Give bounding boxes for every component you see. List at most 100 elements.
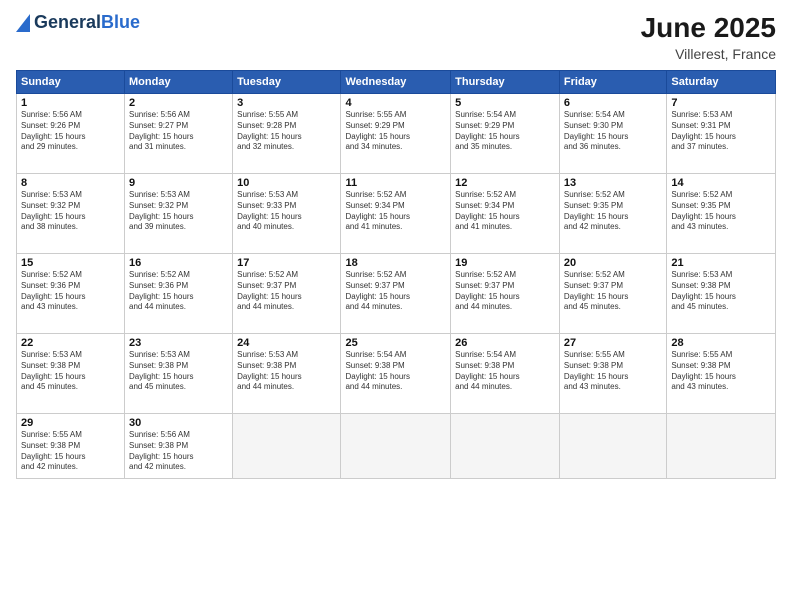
table-row: 17Sunrise: 5:52 AM Sunset: 9:37 PM Dayli… (233, 254, 341, 334)
day-info: Sunrise: 5:53 AM Sunset: 9:32 PM Dayligh… (129, 190, 228, 233)
logo-icon (16, 14, 30, 32)
calendar-page: GeneralBlue June 2025 Villerest, France … (0, 0, 792, 612)
col-sunday: Sunday (17, 71, 125, 94)
day-number: 14 (671, 177, 771, 189)
title-block: June 2025 Villerest, France (641, 12, 776, 62)
table-row (559, 414, 666, 479)
day-info: Sunrise: 5:52 AM Sunset: 9:37 PM Dayligh… (237, 270, 336, 313)
day-info: Sunrise: 5:55 AM Sunset: 9:38 PM Dayligh… (671, 350, 771, 393)
table-row: 18Sunrise: 5:52 AM Sunset: 9:37 PM Dayli… (341, 254, 451, 334)
header: GeneralBlue June 2025 Villerest, France (16, 12, 776, 62)
calendar-table: Sunday Monday Tuesday Wednesday Thursday… (16, 70, 776, 479)
day-info: Sunrise: 5:56 AM Sunset: 9:38 PM Dayligh… (129, 430, 228, 473)
day-info: Sunrise: 5:52 AM Sunset: 9:35 PM Dayligh… (671, 190, 771, 233)
day-info: Sunrise: 5:53 AM Sunset: 9:38 PM Dayligh… (129, 350, 228, 393)
day-info: Sunrise: 5:53 AM Sunset: 9:33 PM Dayligh… (237, 190, 336, 233)
calendar-week-row: 22Sunrise: 5:53 AM Sunset: 9:38 PM Dayli… (17, 334, 776, 414)
calendar-week-row: 15Sunrise: 5:52 AM Sunset: 9:36 PM Dayli… (17, 254, 776, 334)
table-row (451, 414, 560, 479)
day-number: 21 (671, 257, 771, 269)
day-info: Sunrise: 5:52 AM Sunset: 9:36 PM Dayligh… (129, 270, 228, 313)
day-info: Sunrise: 5:53 AM Sunset: 9:32 PM Dayligh… (21, 190, 120, 233)
day-number: 22 (21, 337, 120, 349)
table-row: 15Sunrise: 5:52 AM Sunset: 9:36 PM Dayli… (17, 254, 125, 334)
calendar-week-row: 29Sunrise: 5:55 AM Sunset: 9:38 PM Dayli… (17, 414, 776, 479)
day-number: 13 (564, 177, 662, 189)
day-info: Sunrise: 5:53 AM Sunset: 9:38 PM Dayligh… (237, 350, 336, 393)
day-info: Sunrise: 5:52 AM Sunset: 9:34 PM Dayligh… (345, 190, 446, 233)
table-row: 28Sunrise: 5:55 AM Sunset: 9:38 PM Dayli… (667, 334, 776, 414)
table-row: 6Sunrise: 5:54 AM Sunset: 9:30 PM Daylig… (559, 94, 666, 174)
table-row: 22Sunrise: 5:53 AM Sunset: 9:38 PM Dayli… (17, 334, 125, 414)
calendar-week-row: 1Sunrise: 5:56 AM Sunset: 9:26 PM Daylig… (17, 94, 776, 174)
day-info: Sunrise: 5:54 AM Sunset: 9:38 PM Dayligh… (455, 350, 555, 393)
day-number: 12 (455, 177, 555, 189)
day-number: 9 (129, 177, 228, 189)
table-row: 10Sunrise: 5:53 AM Sunset: 9:33 PM Dayli… (233, 174, 341, 254)
day-info: Sunrise: 5:52 AM Sunset: 9:37 PM Dayligh… (455, 270, 555, 313)
main-title: June 2025 (641, 12, 776, 44)
table-row: 5Sunrise: 5:54 AM Sunset: 9:29 PM Daylig… (451, 94, 560, 174)
table-row: 9Sunrise: 5:53 AM Sunset: 9:32 PM Daylig… (125, 174, 233, 254)
day-info: Sunrise: 5:52 AM Sunset: 9:36 PM Dayligh… (21, 270, 120, 313)
col-wednesday: Wednesday (341, 71, 451, 94)
table-row: 13Sunrise: 5:52 AM Sunset: 9:35 PM Dayli… (559, 174, 666, 254)
day-number: 2 (129, 97, 228, 109)
day-number: 20 (564, 257, 662, 269)
table-row: 30Sunrise: 5:56 AM Sunset: 9:38 PM Dayli… (125, 414, 233, 479)
day-number: 30 (129, 417, 228, 429)
col-monday: Monday (125, 71, 233, 94)
day-number: 8 (21, 177, 120, 189)
calendar-header-row: Sunday Monday Tuesday Wednesday Thursday… (17, 71, 776, 94)
table-row: 12Sunrise: 5:52 AM Sunset: 9:34 PM Dayli… (451, 174, 560, 254)
table-row: 20Sunrise: 5:52 AM Sunset: 9:37 PM Dayli… (559, 254, 666, 334)
day-info: Sunrise: 5:54 AM Sunset: 9:29 PM Dayligh… (455, 110, 555, 153)
day-info: Sunrise: 5:53 AM Sunset: 9:38 PM Dayligh… (671, 270, 771, 313)
day-number: 27 (564, 337, 662, 349)
table-row: 27Sunrise: 5:55 AM Sunset: 9:38 PM Dayli… (559, 334, 666, 414)
day-number: 11 (345, 177, 446, 189)
day-info: Sunrise: 5:54 AM Sunset: 9:38 PM Dayligh… (345, 350, 446, 393)
day-number: 4 (345, 97, 446, 109)
day-info: Sunrise: 5:55 AM Sunset: 9:38 PM Dayligh… (564, 350, 662, 393)
table-row: 3Sunrise: 5:55 AM Sunset: 9:28 PM Daylig… (233, 94, 341, 174)
table-row: 1Sunrise: 5:56 AM Sunset: 9:26 PM Daylig… (17, 94, 125, 174)
col-saturday: Saturday (667, 71, 776, 94)
col-friday: Friday (559, 71, 666, 94)
day-info: Sunrise: 5:56 AM Sunset: 9:26 PM Dayligh… (21, 110, 120, 153)
day-info: Sunrise: 5:52 AM Sunset: 9:35 PM Dayligh… (564, 190, 662, 233)
day-number: 29 (21, 417, 120, 429)
table-row: 8Sunrise: 5:53 AM Sunset: 9:32 PM Daylig… (17, 174, 125, 254)
day-number: 5 (455, 97, 555, 109)
table-row (233, 414, 341, 479)
table-row: 21Sunrise: 5:53 AM Sunset: 9:38 PM Dayli… (667, 254, 776, 334)
table-row: 16Sunrise: 5:52 AM Sunset: 9:36 PM Dayli… (125, 254, 233, 334)
day-number: 17 (237, 257, 336, 269)
day-number: 6 (564, 97, 662, 109)
calendar-week-row: 8Sunrise: 5:53 AM Sunset: 9:32 PM Daylig… (17, 174, 776, 254)
table-row (341, 414, 451, 479)
table-row: 7Sunrise: 5:53 AM Sunset: 9:31 PM Daylig… (667, 94, 776, 174)
logo-text: GeneralBlue (34, 12, 140, 33)
day-number: 1 (21, 97, 120, 109)
table-row: 23Sunrise: 5:53 AM Sunset: 9:38 PM Dayli… (125, 334, 233, 414)
day-number: 26 (455, 337, 555, 349)
table-row: 24Sunrise: 5:53 AM Sunset: 9:38 PM Dayli… (233, 334, 341, 414)
subtitle: Villerest, France (641, 46, 776, 62)
col-thursday: Thursday (451, 71, 560, 94)
table-row: 25Sunrise: 5:54 AM Sunset: 9:38 PM Dayli… (341, 334, 451, 414)
day-info: Sunrise: 5:53 AM Sunset: 9:38 PM Dayligh… (21, 350, 120, 393)
logo: GeneralBlue (16, 12, 140, 33)
table-row: 4Sunrise: 5:55 AM Sunset: 9:29 PM Daylig… (341, 94, 451, 174)
day-number: 3 (237, 97, 336, 109)
day-info: Sunrise: 5:52 AM Sunset: 9:37 PM Dayligh… (345, 270, 446, 313)
day-info: Sunrise: 5:54 AM Sunset: 9:30 PM Dayligh… (564, 110, 662, 153)
day-number: 19 (455, 257, 555, 269)
day-number: 28 (671, 337, 771, 349)
table-row: 19Sunrise: 5:52 AM Sunset: 9:37 PM Dayli… (451, 254, 560, 334)
day-info: Sunrise: 5:52 AM Sunset: 9:37 PM Dayligh… (564, 270, 662, 313)
day-number: 15 (21, 257, 120, 269)
day-number: 25 (345, 337, 446, 349)
day-number: 24 (237, 337, 336, 349)
day-info: Sunrise: 5:55 AM Sunset: 9:28 PM Dayligh… (237, 110, 336, 153)
